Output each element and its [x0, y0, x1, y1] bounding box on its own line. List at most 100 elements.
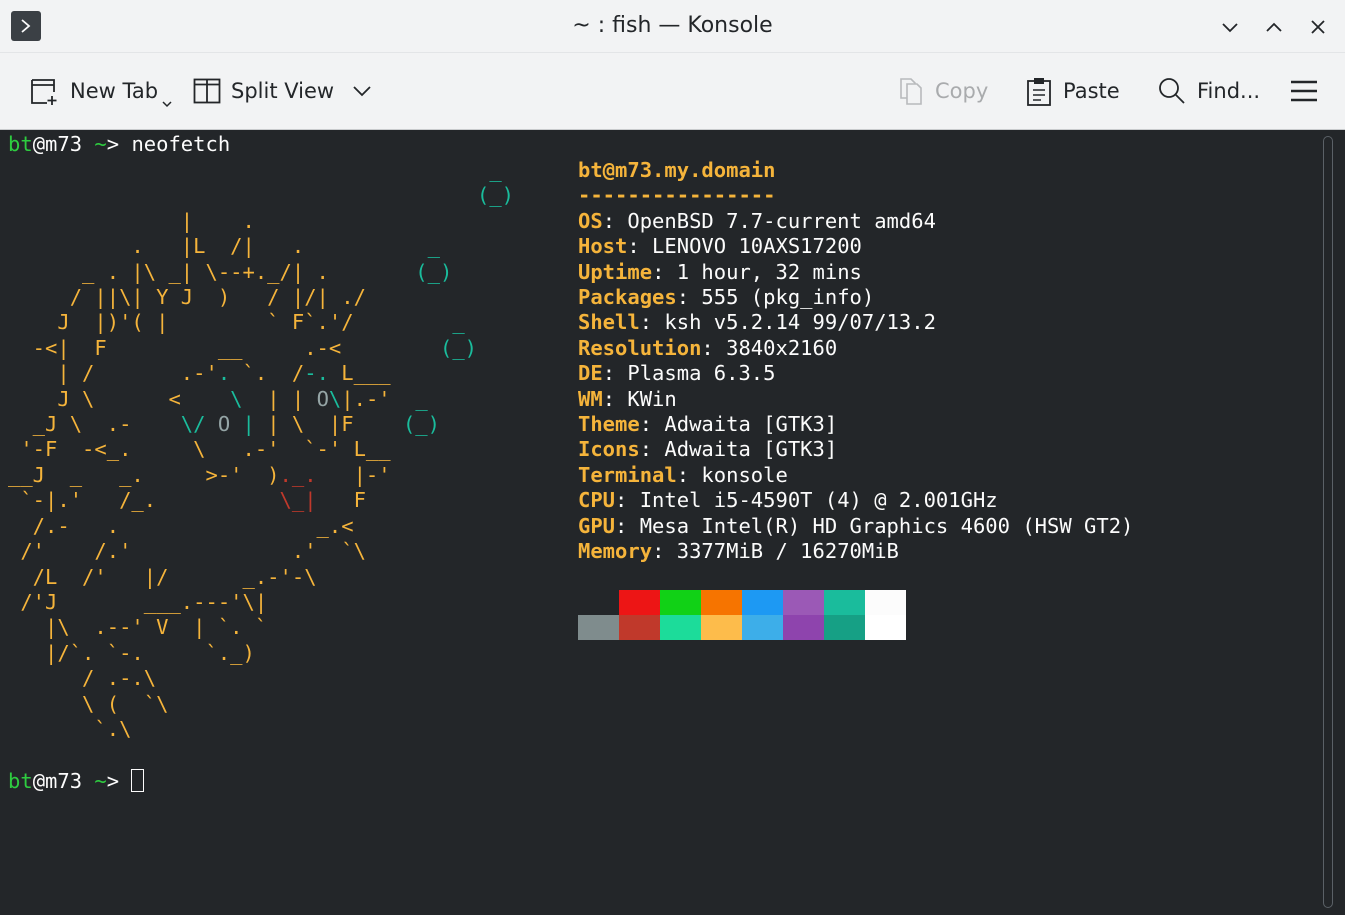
palette-swatch	[578, 615, 619, 640]
new-tab-icon	[31, 79, 57, 105]
info-value: : Intel i5-4590T (4) @ 2.001GHz	[615, 488, 998, 513]
info-value: : 3377MiB / 16270MiB	[652, 539, 899, 563]
color-palette	[578, 590, 906, 640]
split-view-label: Split View	[231, 79, 335, 103]
info-value: : Adwaita [GTK3]	[639, 437, 838, 462]
info-key: Memory	[578, 539, 653, 563]
info-key: Uptime	[578, 259, 653, 284]
info-key: Resolution	[578, 335, 702, 360]
prompt-user: bt	[8, 132, 33, 156]
find-label: Find...	[1197, 79, 1261, 103]
palette-swatch	[824, 615, 865, 640]
hamburger-menu-button[interactable]	[1290, 73, 1318, 109]
prompt-line-1: bt@m73 ~> neofetch	[8, 132, 230, 157]
paste-button[interactable]: Paste	[1025, 73, 1120, 109]
split-view-button[interactable]: Split View	[193, 73, 372, 109]
palette-swatch	[619, 590, 660, 615]
toolbar: New Tab Split View Copy Paste Find...	[0, 53, 1345, 130]
palette-swatch	[865, 615, 906, 640]
ascii-art-logo: _ (_) | . . |L /| . _ _ . |\ _| \--+._/|…	[8, 158, 515, 741]
copy-label: Copy	[935, 79, 989, 103]
find-button[interactable]: Find...	[1157, 73, 1260, 109]
info-row: Host: LENOVO 10AXS17200	[578, 234, 862, 259]
search-icon	[1159, 78, 1185, 104]
info-key: CPU	[578, 488, 616, 513]
info-row: Memory: 3377MiB / 16270MiB	[578, 539, 899, 564]
prompt-symbol: >	[106, 769, 132, 793]
minimize-button[interactable]	[1215, 12, 1245, 42]
info-value: : 555 (pkg_info)	[676, 285, 875, 309]
new-tab-label: New Tab	[70, 79, 159, 103]
paste-icon	[1027, 78, 1051, 106]
close-button[interactable]	[1303, 12, 1333, 42]
new-tab-button[interactable]: New Tab	[30, 73, 172, 109]
konsole-window: ~ : fish — Konsole New Tab Split View Co…	[0, 0, 1345, 915]
split-view-icon	[193, 78, 221, 104]
prompt-host: @m73	[32, 769, 83, 793]
info-value: : Plasma 6.3.5	[602, 361, 776, 386]
info-row: GPU: Mesa Intel(R) HD Graphics 4600 (HSW…	[578, 514, 1133, 539]
info-row: CPU: Intel i5-4590T (4) @ 2.001GHz	[578, 488, 998, 513]
prompt-symbol: >	[106, 132, 132, 156]
hamburger-menu-icon	[1291, 80, 1317, 102]
paste-label: Paste	[1063, 79, 1120, 103]
prompt-host: @m73	[32, 132, 83, 156]
palette-swatch	[783, 615, 824, 640]
info-row: Terminal: konsole	[578, 463, 788, 488]
palette-swatch	[660, 615, 701, 640]
palette-swatch	[742, 590, 783, 615]
info-value: : ksh v5.2.14 99/07/13.2	[639, 310, 936, 335]
info-key: Shell	[578, 310, 640, 335]
info-row: Icons: Adwaita [GTK3]	[578, 437, 837, 462]
info-value: : 1 hour, 32 mins	[652, 259, 862, 284]
palette-swatch	[701, 615, 742, 640]
maximize-button[interactable]	[1259, 12, 1289, 42]
info-key: DE	[578, 361, 603, 386]
info-key: GPU	[578, 513, 616, 538]
info-row: Shell: ksh v5.2.14 99/07/13.2	[578, 310, 936, 335]
info-value: : Adwaita [GTK3]	[639, 412, 838, 436]
title-bar: ~ : fish — Konsole	[0, 0, 1345, 53]
palette-swatch	[701, 590, 742, 615]
copy-button[interactable]: Copy	[897, 73, 988, 109]
palette-swatch	[783, 590, 824, 615]
user-host-line: bt@m73.my.domain	[578, 158, 776, 182]
prompt-line-2: bt@m73 ~>	[8, 769, 145, 794]
info-value: : Mesa Intel(R) HD Graphics 4600 (HSW GT…	[615, 513, 1134, 538]
palette-swatch	[824, 590, 865, 615]
scrollbar[interactable]	[1323, 136, 1333, 908]
chevron-down-icon	[162, 101, 172, 108]
terminal-view[interactable]: bt@m73 ~> neofetch _ (_) | . . |L /| . _…	[0, 130, 1345, 915]
info-row: Uptime: 1 hour, 32 mins	[578, 260, 862, 285]
prompt-dir: ~	[82, 132, 107, 156]
info-value: : 3840x2160	[701, 335, 838, 360]
info-key: Icons	[578, 437, 640, 462]
palette-swatch	[578, 590, 619, 615]
info-separator: ----------------	[578, 183, 776, 208]
info-key: Host	[578, 234, 628, 259]
info-key: Theme	[578, 412, 640, 436]
info-key: OS	[578, 208, 603, 233]
palette-swatch	[865, 590, 906, 615]
info-value: : OpenBSD 7.7-current amd64	[602, 208, 936, 233]
info-key: WM	[578, 386, 603, 411]
palette-swatch	[660, 590, 701, 615]
copy-icon	[900, 78, 922, 105]
command-text: neofetch	[131, 132, 231, 156]
info-row: Packages: 555 (pkg_info)	[578, 285, 874, 310]
info-row: Resolution: 3840x2160	[578, 336, 837, 361]
palette-swatch	[619, 615, 660, 640]
info-key: Packages	[578, 285, 677, 309]
info-value: : LENOVO 10AXS17200	[627, 234, 862, 259]
chevron-down-icon[interactable]	[352, 84, 372, 98]
info-row: WM: KWin	[578, 387, 677, 412]
info-key: Terminal	[578, 462, 677, 487]
prompt-dir: ~	[82, 769, 107, 793]
info-row: OS: OpenBSD 7.7-current amd64	[578, 209, 936, 234]
info-row: DE: Plasma 6.3.5	[578, 361, 775, 386]
info-value: : konsole	[676, 462, 788, 487]
palette-swatch	[742, 615, 783, 640]
info-row: Theme: Adwaita [GTK3]	[578, 412, 837, 437]
info-value: : KWin	[602, 386, 677, 411]
prompt-user: bt	[8, 769, 33, 793]
